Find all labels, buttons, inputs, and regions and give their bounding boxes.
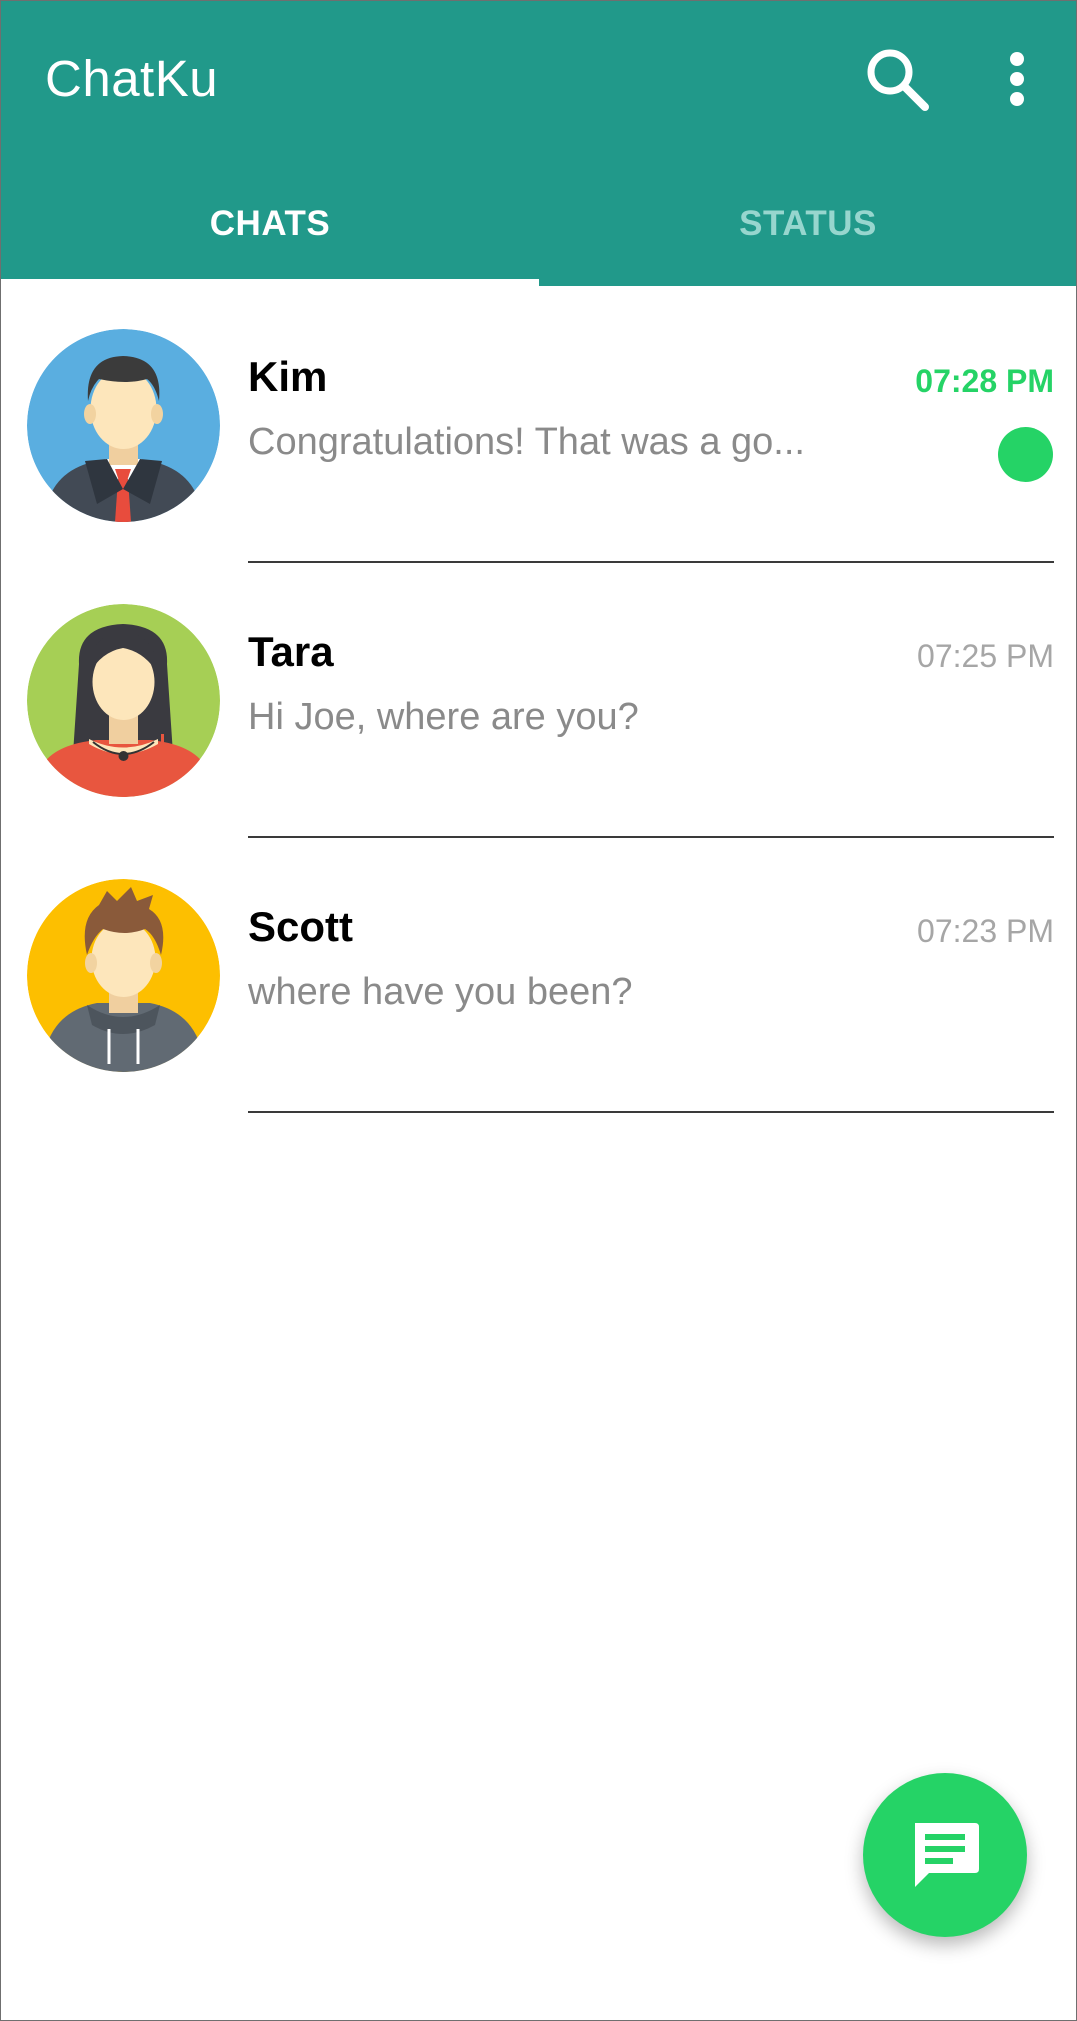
more-options-button[interactable] [997,45,1037,115]
message-preview: Congratulations! That was a go... [248,421,805,463]
divider [248,836,1054,838]
tab-status[interactable]: STATUS [539,181,1076,286]
chat-row-kim[interactable]: Kim Congratulations! That was a go... 07… [1,291,1076,566]
contact-name: Scott [248,903,353,950]
avatar [27,879,220,1072]
chat-row-scott[interactable]: Scott where have you been? 07:23 PM [1,841,1076,1116]
search-button[interactable] [863,45,933,115]
screen: ChatKu CHATS STATUS Kim Congratulations!… [0,0,1077,2021]
avatar [27,329,220,522]
message-time: 07:23 PM [917,913,1054,949]
tab-indicator [1,279,539,286]
divider [248,1111,1054,1113]
unread-badge [998,427,1053,482]
divider [248,561,1054,563]
new-chat-button[interactable] [863,1773,1027,1937]
contact-name: Tara [248,628,334,675]
more-vert-icon [1010,52,1024,106]
chat-row-tara[interactable]: Tara Hi Joe, where are you? 07:25 PM [1,566,1076,841]
message-time: 07:28 PM [915,363,1054,399]
message-preview: where have you been? [248,971,633,1013]
message-preview: Hi Joe, where are you? [248,696,639,738]
tab-chats[interactable]: CHATS [1,181,539,286]
contact-name: Kim [248,353,328,400]
avatar [27,604,220,797]
app-bar: ChatKu CHATS STATUS [1,1,1076,286]
message-time: 07:25 PM [917,638,1054,674]
app-title: ChatKu [45,50,219,107]
search-icon [867,49,929,111]
new-message-icon [915,1823,979,1887]
